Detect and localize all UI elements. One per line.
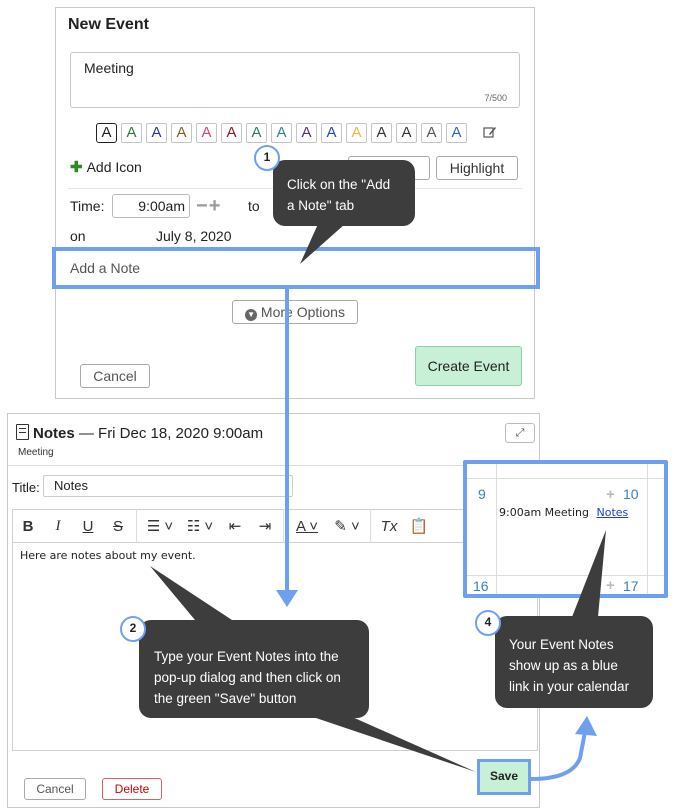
callout-1-text: Click on the "Add a Note" tab [287,177,391,213]
callout-4-text: Your Event Notes show up as a blue link … [509,637,630,694]
callout-4: Your Event Notes show up as a blue link … [495,616,653,708]
callout-2-badge: 2 [120,616,146,642]
arrow-head [575,716,597,736]
callout-tail [150,566,232,620]
callout-tail [310,716,476,772]
arrow-head [276,590,298,607]
callout-1-badge: 1 [254,145,280,171]
callout-2: Type your Event Notes into the pop-up di… [139,620,369,718]
callout-tail [572,530,606,617]
callout-1: Click on the "Add a Note" tab [273,160,415,226]
arrow-line [530,731,587,781]
callout-tail [300,224,345,264]
callout-4-badge: 4 [475,610,501,636]
callout-2-text: Type your Event Notes into the pop-up di… [154,649,341,706]
